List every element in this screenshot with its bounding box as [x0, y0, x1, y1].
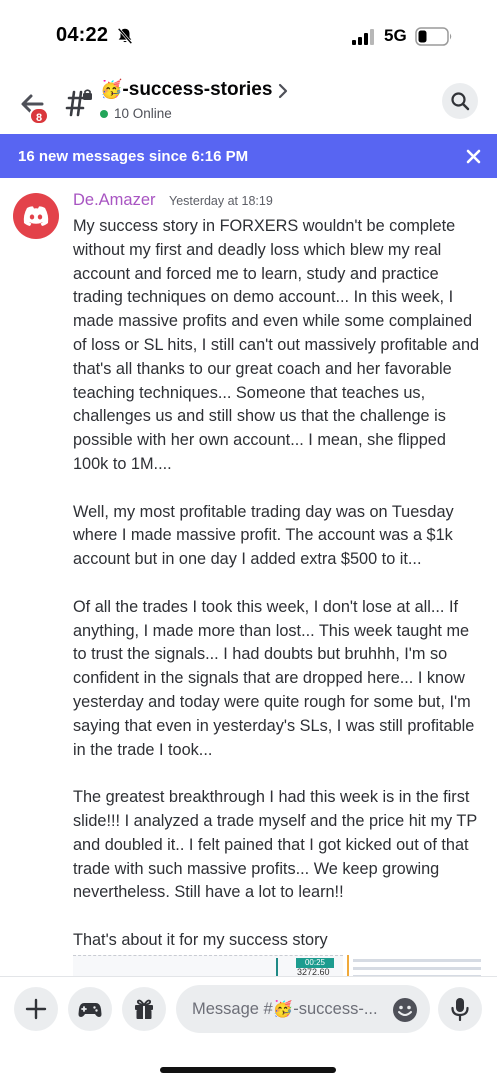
message-paragraph: Well, my most profitable trading day was…: [73, 502, 454, 569]
emoji-icon[interactable]: [392, 997, 418, 1023]
unread-badge: 8: [29, 107, 49, 125]
add-attachment-button[interactable]: [14, 987, 58, 1031]
channel-emoji: 🥳: [100, 79, 123, 100]
discord-logo-icon: [23, 206, 49, 226]
voice-message-button[interactable]: [438, 987, 482, 1031]
locked-hash-icon: [65, 89, 92, 117]
signal-icon: [352, 29, 374, 45]
plus-icon: [25, 998, 47, 1020]
chart-marker-line: [276, 958, 278, 976]
online-status-dot: [100, 109, 108, 118]
microphone-icon: [451, 998, 469, 1021]
message-composer: [0, 976, 497, 1080]
message-paragraph: My success story in FORXERS wouldn't be …: [73, 217, 480, 473]
trade-row: [353, 959, 481, 962]
online-count: 10 Online: [100, 106, 172, 121]
trading-chart-screenshot[interactable]: 00:25 3272.60: [73, 955, 343, 976]
new-messages-text: 16 new messages since 6:16 PM: [18, 148, 249, 165]
new-messages-banner[interactable]: 16 new messages since 6:16 PM: [0, 134, 497, 178]
home-indicator[interactable]: [160, 1067, 336, 1073]
message[interactable]: De.Amazer Yesterday at 18:19 My success …: [0, 178, 497, 976]
message-timestamp: Yesterday at 18:19: [169, 194, 273, 208]
message-paragraph: Of all the trades I took this week, I do…: [73, 597, 475, 759]
status-bar: 04:22 5G: [0, 0, 497, 70]
bell-slash-icon: [117, 27, 133, 45]
message-content: My success story in FORXERS wouldn't be …: [73, 215, 485, 976]
gift-button[interactable]: [122, 987, 166, 1031]
message-paragraph: That's about it for my success story: [73, 930, 328, 949]
activities-button[interactable]: [68, 987, 112, 1031]
gamepad-icon: [78, 1003, 102, 1017]
image-attachments[interactable]: 00:25 3272.60: [73, 955, 485, 976]
message-paragraph: The greatest breakthrough I had this wee…: [73, 788, 477, 902]
chevron-right-icon[interactable]: [276, 82, 290, 100]
avatar[interactable]: [13, 193, 59, 239]
chart-price-label: 3272.60: [297, 967, 330, 976]
online-text: 10 Online: [114, 106, 172, 121]
status-time: 04:22: [56, 24, 109, 46]
channel-header: 8 🥳-success-stories 10 Online: [0, 70, 497, 134]
battery-icon: [415, 27, 452, 46]
trade-history-screenshot[interactable]: [347, 955, 485, 976]
message-author[interactable]: De.Amazer: [73, 191, 156, 210]
channel-title[interactable]: 🥳-success-stories: [100, 79, 272, 101]
trade-row: [353, 967, 481, 970]
close-icon[interactable]: [466, 149, 481, 164]
gift-icon: [135, 999, 153, 1019]
network-label: 5G: [384, 26, 407, 45]
search-button[interactable]: [442, 83, 478, 119]
channel-name: -success-stories: [122, 79, 273, 100]
search-icon: [451, 92, 470, 111]
